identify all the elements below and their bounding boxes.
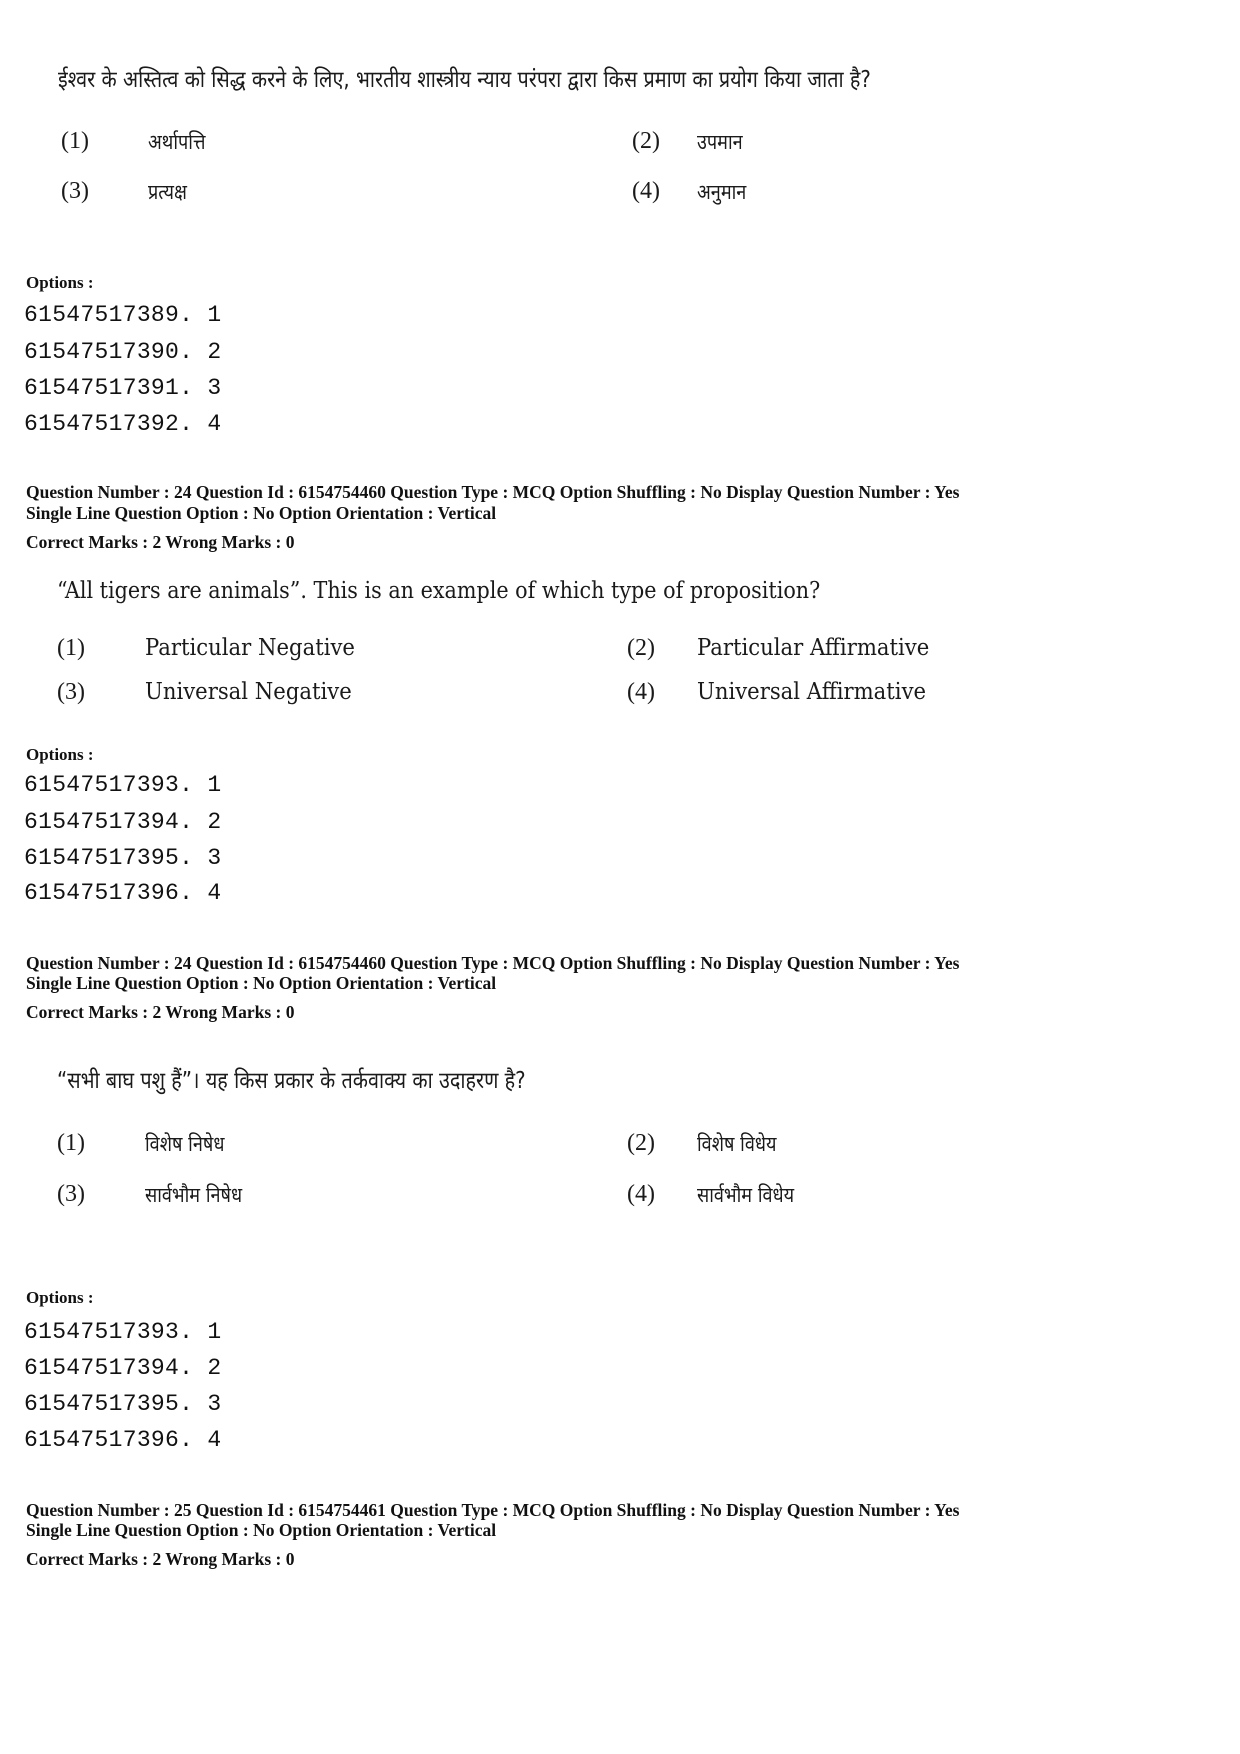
choice-text: Universal Negative [145, 679, 352, 705]
option-id: 61547517394. 2 [24, 809, 222, 835]
question-meta-line-2: Single Line Question Option : No Option … [26, 973, 497, 993]
choice-text: उपमान [697, 130, 743, 154]
question-text: “सभी बाघ पशु हैं”। यह किस प्रकार के तर्क… [57, 1068, 526, 1094]
choice-text: सार्वभौम निषेध [145, 1183, 243, 1207]
choice-number: (4) [627, 679, 655, 705]
choice-text: Universal Affirmative [697, 679, 927, 705]
question-text: ईश्वर के अस्तित्व को सिद्ध करने के लिए, … [58, 67, 871, 93]
options-label: Options : [26, 273, 94, 292]
choice-number: (4) [627, 1181, 655, 1207]
question-meta-line-2: Single Line Question Option : No Option … [26, 503, 497, 523]
question-text: “All tigers are animals”. This is an exa… [57, 578, 821, 604]
option-id: 61547517396. 4 [24, 880, 222, 906]
choice-number: (1) [57, 1130, 85, 1156]
option-id: 61547517391. 3 [24, 375, 222, 401]
choice-number: (2) [627, 635, 655, 661]
choice-text: प्रत्यक्ष [148, 180, 187, 204]
choice-text: विशेष विधेय [697, 1132, 777, 1156]
choice-number: (2) [627, 1130, 655, 1156]
option-id: 61547517389. 1 [24, 302, 222, 328]
choice-number: (3) [57, 679, 85, 705]
choice-number: (2) [632, 128, 660, 154]
choice-text: अर्थापत्ति [148, 130, 206, 154]
option-id: 61547517395. 3 [24, 1391, 222, 1417]
option-id: 61547517395. 3 [24, 845, 222, 871]
choice-number: (1) [61, 128, 89, 154]
choice-text: Particular Negative [145, 635, 355, 661]
choice-number: (3) [57, 1181, 85, 1207]
choice-text: सार्वभौम विधेय [697, 1183, 795, 1207]
choice-number: (3) [61, 178, 89, 204]
marks-line: Correct Marks : 2 Wrong Marks : 0 [26, 532, 295, 552]
options-label: Options : [26, 1288, 94, 1307]
choice-text: Particular Affirmative [697, 635, 930, 661]
option-id: 61547517393. 1 [24, 1319, 222, 1345]
question-meta-line-1: Question Number : 24 Question Id : 61547… [26, 953, 960, 973]
question-meta-line-1: Question Number : 24 Question Id : 61547… [26, 482, 960, 502]
option-id: 61547517390. 2 [24, 339, 222, 365]
options-label: Options : [26, 745, 94, 764]
marks-line: Correct Marks : 2 Wrong Marks : 0 [26, 1002, 295, 1022]
question-meta-line-2: Single Line Question Option : No Option … [26, 1520, 497, 1540]
option-id: 61547517396. 4 [24, 1427, 222, 1453]
question-meta-line-1: Question Number : 25 Question Id : 61547… [26, 1500, 960, 1520]
marks-line: Correct Marks : 2 Wrong Marks : 0 [26, 1549, 295, 1569]
option-id: 61547517392. 4 [24, 411, 222, 437]
choice-text: अनुमान [697, 180, 747, 204]
choice-text: विशेष निषेध [145, 1132, 225, 1156]
choice-number: (1) [57, 635, 85, 661]
option-id: 61547517394. 2 [24, 1355, 222, 1381]
choice-number: (4) [632, 178, 660, 204]
option-id: 61547517393. 1 [24, 772, 222, 798]
